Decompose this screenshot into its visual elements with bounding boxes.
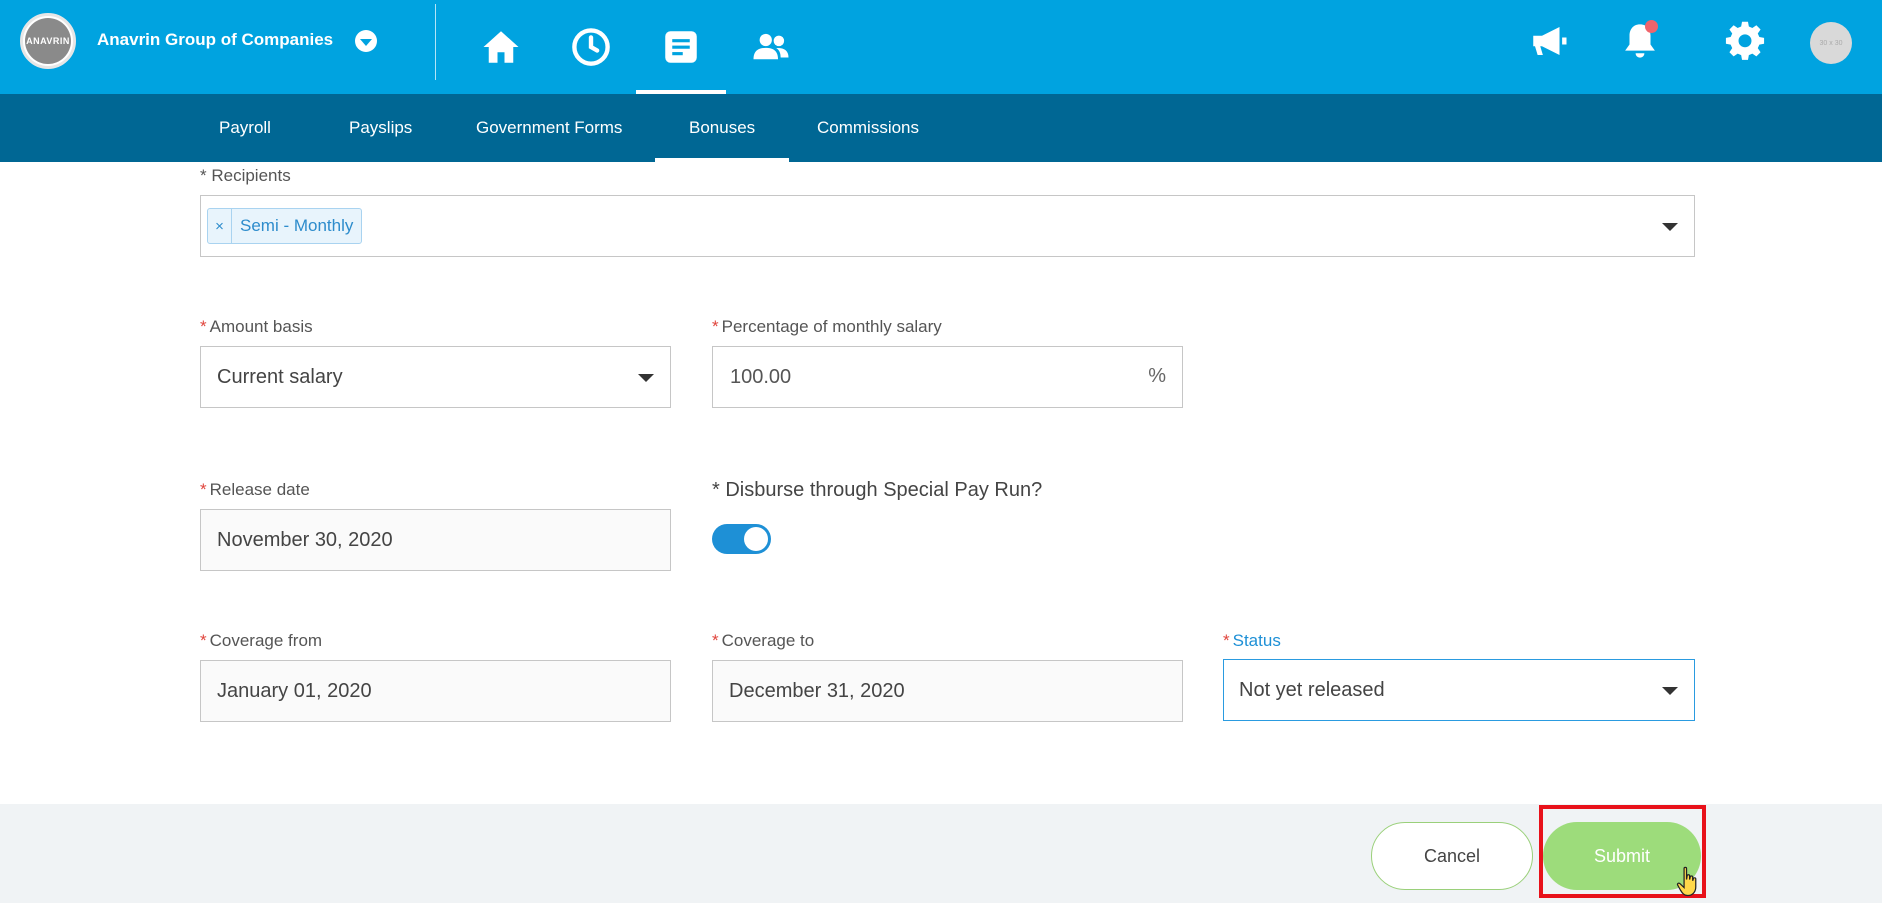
- gear-icon: [1725, 21, 1765, 60]
- tab-payroll[interactable]: Payroll: [219, 94, 271, 162]
- nav-time[interactable]: [546, 0, 636, 94]
- status-value: Not yet released: [1239, 678, 1385, 701]
- release-date-value: November 30, 2020: [217, 528, 393, 551]
- recipient-tag: × Semi - Monthly: [207, 208, 363, 244]
- nav-home[interactable]: [456, 0, 546, 94]
- release-date-label: * Release date: [200, 480, 310, 499]
- top-bar: ANAVRIN Anavrin Group of Companies 30 x …: [0, 0, 1882, 94]
- home-icon: [483, 31, 519, 63]
- chevron-down-icon[interactable]: [1662, 223, 1678, 231]
- amount-basis-label: * Amount basis: [200, 317, 313, 336]
- user-avatar[interactable]: 30 x 30: [1810, 22, 1852, 64]
- coverage-from-input[interactable]: January 01, 2020: [200, 660, 671, 722]
- company-dropdown-icon[interactable]: [355, 30, 377, 52]
- chevron-down-icon[interactable]: [638, 374, 654, 382]
- amount-basis-value: Current salary: [217, 365, 343, 388]
- logo-text: ANAVRIN: [25, 18, 71, 64]
- coverage-to-label: * Coverage to: [712, 631, 815, 650]
- coverage-to-input[interactable]: December 31, 2020: [712, 660, 1183, 722]
- special-pay-run-toggle[interactable]: [712, 524, 771, 554]
- notifications-button[interactable]: [1617, 18, 1663, 64]
- recipients-label: * Recipients: [200, 166, 291, 185]
- tab-bonuses[interactable]: Bonuses: [654, 94, 790, 162]
- percentage-input[interactable]: 100.00 %: [712, 346, 1183, 408]
- company-logo[interactable]: ANAVRIN: [20, 13, 76, 69]
- percentage-value: 100.00: [730, 365, 792, 388]
- tab-government-forms[interactable]: Government Forms: [476, 94, 622, 162]
- amount-basis-select[interactable]: Current salary: [200, 346, 671, 408]
- special-pay-run-label: * Disburse through Special Pay Run?: [712, 479, 1043, 501]
- tab-commissions[interactable]: Commissions: [817, 94, 919, 162]
- document-icon: [665, 31, 697, 63]
- coverage-to-value: December 31, 2020: [729, 679, 905, 702]
- coverage-from-label: * Coverage from: [200, 631, 323, 650]
- notification-badge: [1645, 20, 1658, 33]
- cancel-button[interactable]: Cancel: [1371, 822, 1533, 890]
- remove-tag-icon[interactable]: ×: [208, 209, 232, 243]
- hand-cursor-icon: [1676, 866, 1697, 897]
- people-icon: [753, 33, 789, 60]
- percentage-label: * Percentage of monthly salary: [712, 317, 942, 336]
- status-select[interactable]: Not yet released: [1223, 659, 1695, 721]
- sub-navigation: Payroll Payslips Government Forms Bonuse…: [0, 94, 1882, 162]
- megaphone-icon: [1533, 27, 1567, 55]
- nav-payroll[interactable]: [636, 0, 726, 94]
- status-label: * Status: [1223, 631, 1281, 650]
- chevron-down-icon[interactable]: [1662, 687, 1678, 695]
- settings-button[interactable]: [1722, 18, 1768, 64]
- tab-payslips[interactable]: Payslips: [349, 94, 412, 162]
- release-date-input[interactable]: November 30, 2020: [200, 509, 671, 571]
- recipient-tag-label: Semi - Monthly: [240, 216, 354, 235]
- toggle-knob: [744, 527, 768, 551]
- percent-unit: %: [1148, 365, 1166, 387]
- recipients-select[interactable]: × Semi - Monthly: [200, 195, 1695, 257]
- clock-icon: [572, 28, 610, 66]
- nav-people[interactable]: [726, 0, 816, 94]
- header-divider: [435, 4, 436, 80]
- company-name[interactable]: Anavrin Group of Companies: [97, 30, 333, 50]
- announcements-button[interactable]: [1526, 18, 1572, 64]
- coverage-from-value: January 01, 2020: [217, 679, 372, 702]
